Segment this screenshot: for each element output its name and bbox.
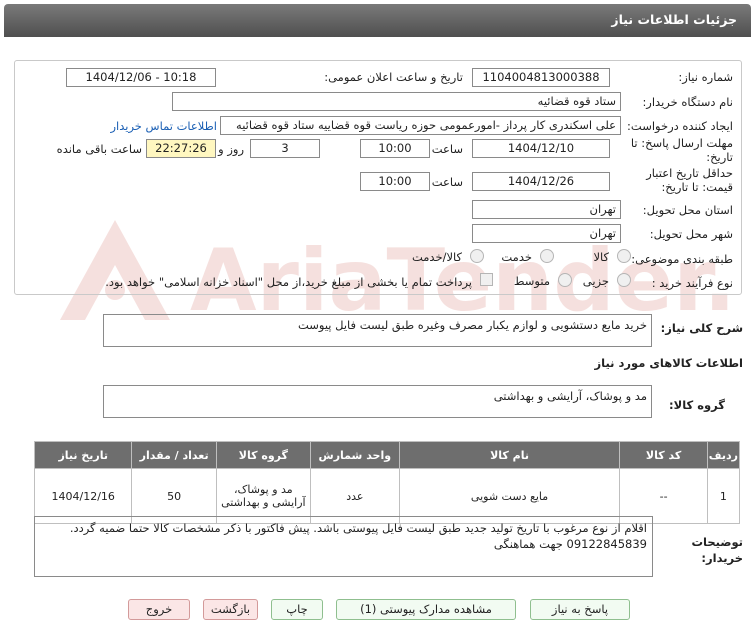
summary-text: خرید مایع دستشویی و لوازم یکبار مصرف وغی… bbox=[297, 318, 647, 332]
col-header-unit: واحد شمارش bbox=[309, 441, 400, 469]
need-number-field: 1104004813000388 bbox=[472, 68, 610, 87]
process-medium-radio[interactable] bbox=[558, 273, 572, 287]
reply-button[interactable]: پاسخ به نیاز bbox=[530, 599, 630, 620]
announce-datetime-label: تاریخ و ساعت اعلان عمومی: bbox=[324, 70, 463, 84]
col-header-code: کد کالا bbox=[619, 441, 708, 469]
treasury-payment-checkbox[interactable] bbox=[480, 273, 493, 286]
buyer-contact-link[interactable]: اطلاعات تماس خریدار bbox=[110, 119, 217, 133]
need-number-label: شماره نیاز: bbox=[678, 70, 733, 84]
goods-section-title: اطلاعات کالاهای مورد نیاز bbox=[594, 356, 743, 370]
category-label: طبقه بندی موضوعی: bbox=[631, 252, 733, 266]
buyer-notes-field: اقلام از نوع مرغوب با تاریخ تولید جدید ط… bbox=[34, 516, 653, 577]
category-service-radio[interactable] bbox=[540, 249, 554, 263]
days-label: روز و bbox=[218, 142, 244, 156]
announce-datetime-field: 1404/12/06 - 10:18 bbox=[66, 68, 216, 87]
province-label: استان محل تحویل: bbox=[642, 203, 733, 217]
view-attachments-button[interactable]: مشاهده مدارک پیوستی (1) bbox=[336, 599, 516, 620]
category-goods-service-radio[interactable] bbox=[470, 249, 484, 263]
remaining-time-label: ساعت باقی مانده bbox=[56, 142, 142, 156]
cell-row: 1 bbox=[706, 468, 741, 524]
buyer-org-label: نام دستگاه خریدار: bbox=[642, 95, 733, 109]
goods-group-label: گروه کالا: bbox=[669, 398, 725, 412]
buyer-notes-label: توضیحات خریدار: bbox=[691, 535, 744, 565]
category-service-label: خدمت bbox=[501, 250, 532, 264]
back-button[interactable]: بازگشت bbox=[203, 599, 258, 620]
buyer-notes-text: اقلام از نوع مرغوب با تاریخ تولید جدید ط… bbox=[69, 521, 647, 551]
deadline-label: مهلت ارسال پاسخ: تا تاریخ: bbox=[630, 136, 733, 164]
col-header-qty: تعداد / مقدار bbox=[131, 441, 217, 469]
category-goods-radio[interactable] bbox=[617, 249, 631, 263]
process-medium-label: متوسط bbox=[513, 274, 550, 288]
table-header-row: ردیف کد کالا نام کالا واحد شمارش گروه کا… bbox=[33, 441, 741, 469]
title-bar: جزئیات اطلاعات نیاز bbox=[4, 4, 751, 37]
exit-button[interactable]: خروج bbox=[128, 599, 190, 620]
goods-group-text: مد و پوشاک، آرایشی و بهداشتی bbox=[493, 389, 647, 403]
category-goods-service-label: کالا/خدمت bbox=[411, 250, 462, 264]
print-button[interactable]: چاپ bbox=[271, 599, 323, 620]
col-header-group: گروه کالا bbox=[215, 441, 311, 469]
validity-label: حداقل تاریخ اعتبار قیمت: تا تاریخ: bbox=[646, 166, 733, 194]
validity-date-field: 1404/12/26 bbox=[472, 172, 610, 191]
page-title: جزئیات اطلاعات نیاز bbox=[611, 12, 737, 27]
treasury-payment-note: پرداخت تمام یا بخشی از مبلغ خرید،از محل … bbox=[105, 275, 472, 289]
process-minor-label: جزیی bbox=[582, 274, 609, 288]
city-label: شهر محل تحویل: bbox=[649, 227, 733, 241]
goods-group-field: مد و پوشاک، آرایشی و بهداشتی bbox=[103, 385, 652, 418]
buyer-org-field: ستاد قوه قضائیه bbox=[172, 92, 621, 111]
summary-label: شرح کلی نیاز: bbox=[660, 321, 743, 335]
creator-label: ایجاد کننده درخواست: bbox=[627, 119, 733, 133]
col-header-date: تاریخ نیاز bbox=[33, 441, 133, 469]
city-field: تهران bbox=[472, 224, 621, 243]
col-header-row: ردیف bbox=[706, 441, 741, 469]
days-field: 3 bbox=[250, 139, 320, 158]
remaining-time-field: 22:27:26 bbox=[146, 139, 216, 158]
validity-time-field: 10:00 bbox=[360, 172, 430, 191]
process-label: نوع فرآیند خرید : bbox=[651, 276, 733, 290]
deadline-time-label: ساعت bbox=[431, 142, 463, 156]
province-field: تهران bbox=[472, 200, 621, 219]
category-goods-label: کالا bbox=[593, 250, 609, 264]
process-minor-radio[interactable] bbox=[617, 273, 631, 287]
validity-time-label: ساعت bbox=[431, 175, 463, 189]
creator-field: علی اسکندری کار پرداز -امورعمومی حوزه ری… bbox=[220, 116, 621, 135]
col-header-name: نام کالا bbox=[398, 441, 621, 469]
summary-field: خرید مایع دستشویی و لوازم یکبار مصرف وغی… bbox=[103, 314, 652, 347]
goods-table: ردیف کد کالا نام کالا واحد شمارش گروه کا… bbox=[33, 441, 741, 524]
deadline-time-field: 10:00 bbox=[360, 139, 430, 158]
deadline-date-field: 1404/12/10 bbox=[472, 139, 610, 158]
